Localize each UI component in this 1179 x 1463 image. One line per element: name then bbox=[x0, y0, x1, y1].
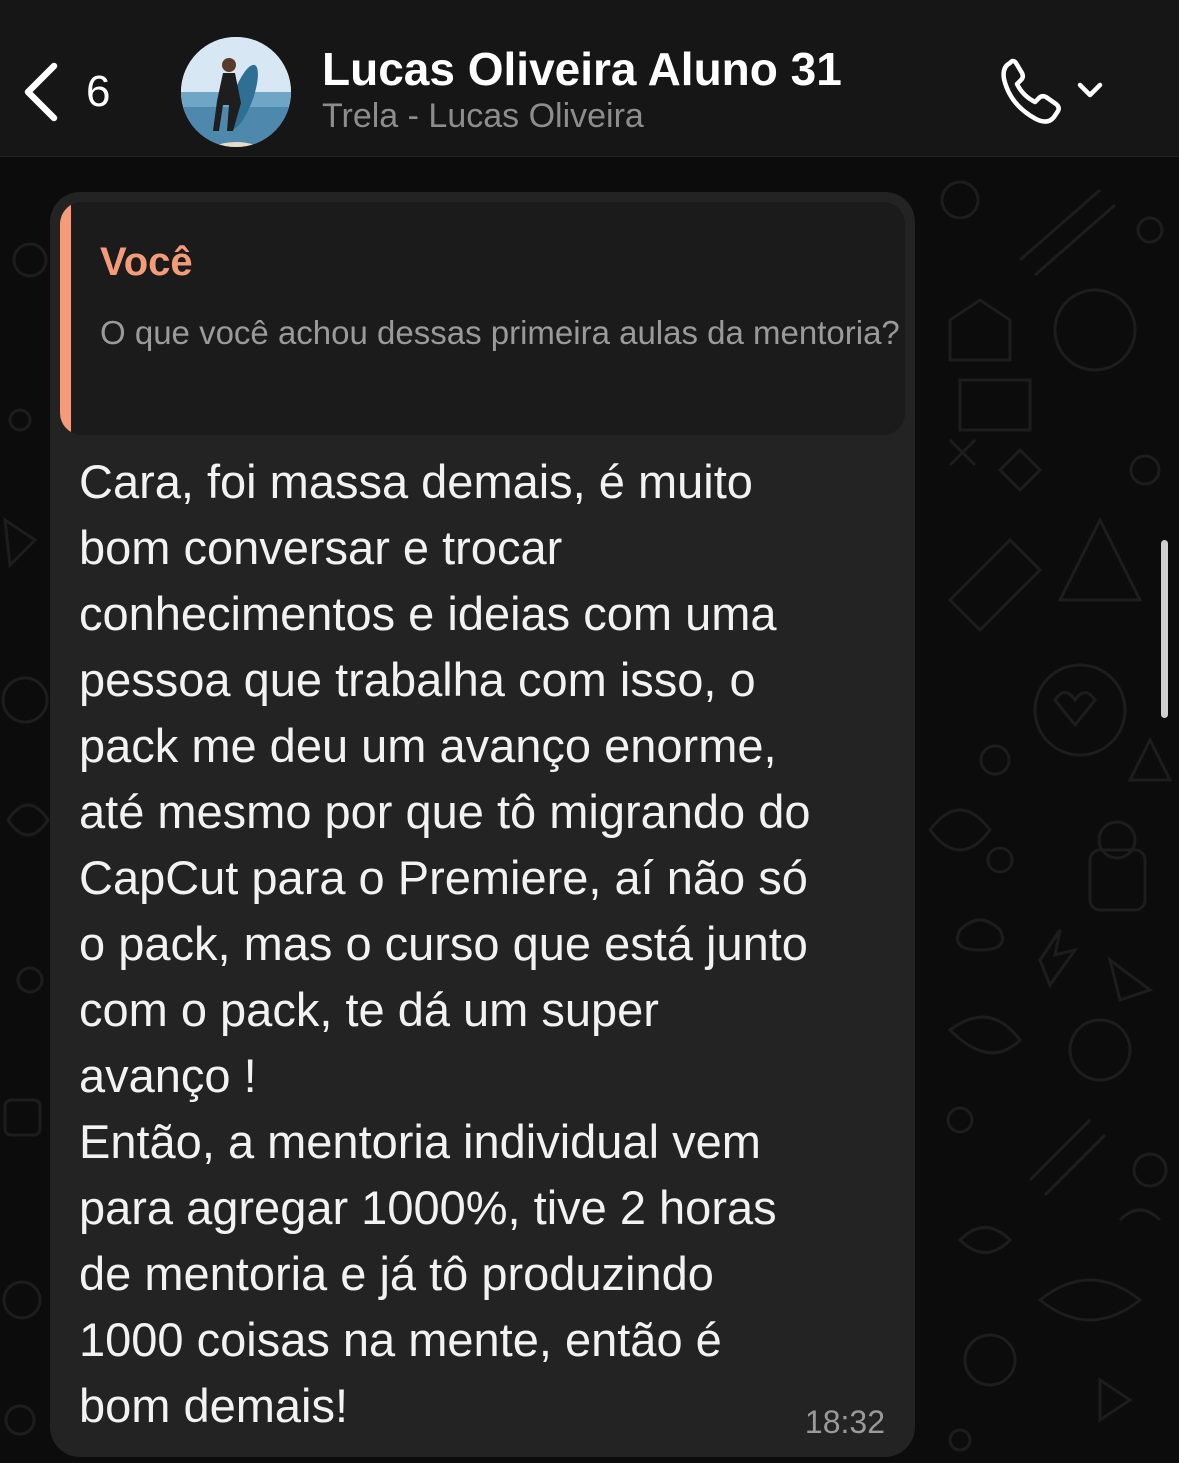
message-text: Cara, foi massa demais, é muito bom conv… bbox=[79, 455, 811, 1432]
chevron-down-icon bbox=[1077, 82, 1103, 98]
scrollbar[interactable] bbox=[1161, 540, 1168, 718]
contact-name[interactable]: Lucas Oliveira Aluno 31 bbox=[322, 42, 842, 96]
quote-text: O que você achou dessas primeira aulas d… bbox=[100, 314, 900, 351]
unread-count: 6 bbox=[86, 67, 111, 116]
phone-icon bbox=[1001, 58, 1061, 124]
contact-subtitle: Trela - Lucas Oliveira bbox=[322, 97, 644, 135]
avatar-photo bbox=[181, 37, 291, 147]
chat-header: 6 Lucas Oliveira Aluno 31 Trela - Lucas … bbox=[0, 0, 1179, 157]
quote-accent-bar bbox=[60, 202, 71, 435]
quoted-message[interactable]: Você O que você achou dessas primeira au… bbox=[60, 202, 905, 435]
chat-screen: 6 Lucas Oliveira Aluno 31 Trela - Lucas … bbox=[0, 0, 1179, 1463]
call-button[interactable] bbox=[998, 55, 1113, 130]
message-timestamp: 18:32 bbox=[804, 1404, 885, 1440]
chevron-left-icon bbox=[20, 62, 60, 122]
back-button[interactable]: 6 bbox=[20, 52, 130, 132]
avatar[interactable] bbox=[181, 37, 291, 147]
message-bubble[interactable]: Você O que você achou dessas primeira au… bbox=[50, 192, 915, 1457]
quote-author: Você bbox=[100, 240, 193, 284]
